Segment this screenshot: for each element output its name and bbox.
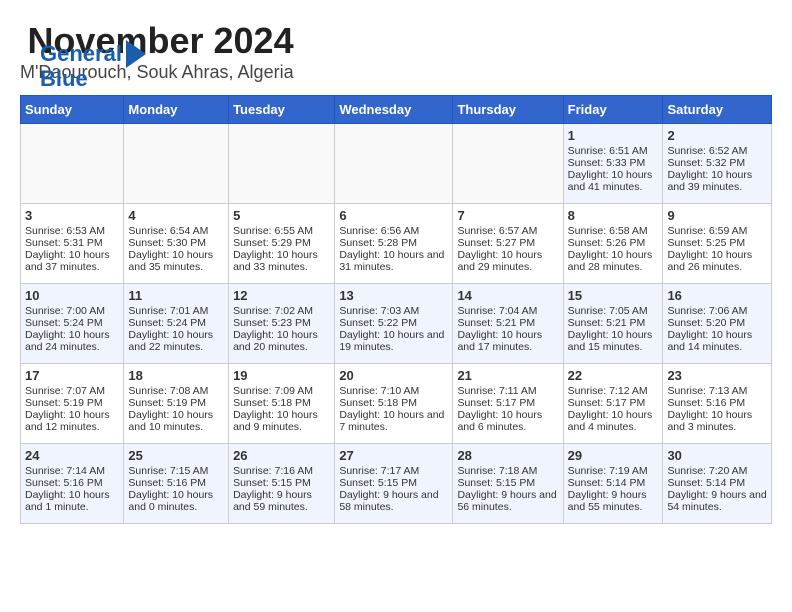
table-row: 2Sunrise: 6:52 AMSunset: 5:32 PMDaylight… [663,124,772,204]
col-wednesday: Wednesday [335,96,453,124]
table-row: 27Sunrise: 7:17 AMSunset: 5:15 PMDayligh… [335,444,453,524]
table-row: 20Sunrise: 7:10 AMSunset: 5:18 PMDayligh… [335,364,453,444]
table-row: 15Sunrise: 7:05 AMSunset: 5:21 PMDayligh… [563,284,663,364]
calendar-table: Sunday Monday Tuesday Wednesday Thursday… [20,95,772,524]
table-row: 10Sunrise: 7:00 AMSunset: 5:24 PMDayligh… [21,284,124,364]
col-thursday: Thursday [453,96,563,124]
table-row [229,124,335,204]
table-row: 8Sunrise: 6:58 AMSunset: 5:26 PMDaylight… [563,204,663,284]
col-sunday: Sunday [21,96,124,124]
table-row: 7Sunrise: 6:57 AMSunset: 5:27 PMDaylight… [453,204,563,284]
table-row: 5Sunrise: 6:55 AMSunset: 5:29 PMDaylight… [229,204,335,284]
table-row: 12Sunrise: 7:02 AMSunset: 5:23 PMDayligh… [229,284,335,364]
table-row: 28Sunrise: 7:18 AMSunset: 5:15 PMDayligh… [453,444,563,524]
table-row: 23Sunrise: 7:13 AMSunset: 5:16 PMDayligh… [663,364,772,444]
table-row: 9Sunrise: 6:59 AMSunset: 5:25 PMDaylight… [663,204,772,284]
table-row: 22Sunrise: 7:12 AMSunset: 5:17 PMDayligh… [563,364,663,444]
table-row: 18Sunrise: 7:08 AMSunset: 5:19 PMDayligh… [124,364,229,444]
col-monday: Monday [124,96,229,124]
table-row: 30Sunrise: 7:20 AMSunset: 5:14 PMDayligh… [663,444,772,524]
table-row [21,124,124,204]
col-saturday: Saturday [663,96,772,124]
table-row: 6Sunrise: 6:56 AMSunset: 5:28 PMDaylight… [335,204,453,284]
table-row: 4Sunrise: 6:54 AMSunset: 5:30 PMDaylight… [124,204,229,284]
table-row: 1Sunrise: 6:51 AMSunset: 5:33 PMDaylight… [563,124,663,204]
table-row: 21Sunrise: 7:11 AMSunset: 5:17 PMDayligh… [453,364,563,444]
table-row: 11Sunrise: 7:01 AMSunset: 5:24 PMDayligh… [124,284,229,364]
col-tuesday: Tuesday [229,96,335,124]
col-friday: Friday [563,96,663,124]
table-row: 13Sunrise: 7:03 AMSunset: 5:22 PMDayligh… [335,284,453,364]
table-row: 16Sunrise: 7:06 AMSunset: 5:20 PMDayligh… [663,284,772,364]
table-row [453,124,563,204]
table-row: 3Sunrise: 6:53 AMSunset: 5:31 PMDaylight… [21,204,124,284]
table-row: 25Sunrise: 7:15 AMSunset: 5:16 PMDayligh… [124,444,229,524]
logo-icon [126,40,146,68]
table-row: 29Sunrise: 7:19 AMSunset: 5:14 PMDayligh… [563,444,663,524]
table-row [124,124,229,204]
table-row [335,124,453,204]
table-row: 24Sunrise: 7:14 AMSunset: 5:16 PMDayligh… [21,444,124,524]
table-row: 14Sunrise: 7:04 AMSunset: 5:21 PMDayligh… [453,284,563,364]
table-row: 26Sunrise: 7:16 AMSunset: 5:15 PMDayligh… [229,444,335,524]
table-row: 17Sunrise: 7:07 AMSunset: 5:19 PMDayligh… [21,364,124,444]
logo: General Blue [40,40,146,90]
table-row: 19Sunrise: 7:09 AMSunset: 5:18 PMDayligh… [229,364,335,444]
